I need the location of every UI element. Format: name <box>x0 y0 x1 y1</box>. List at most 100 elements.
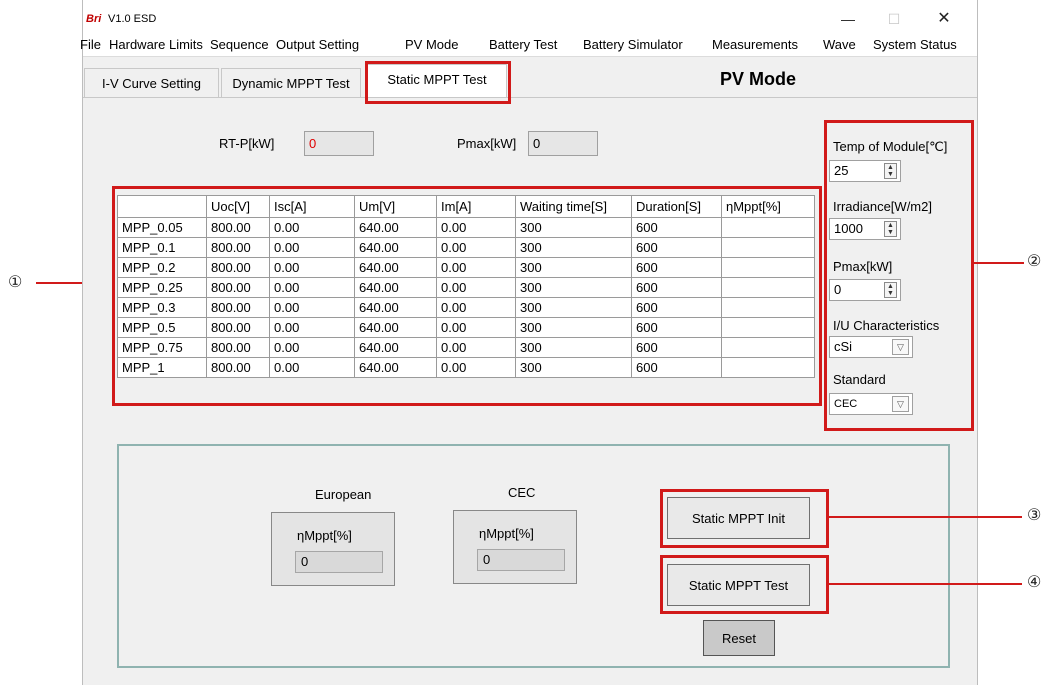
table-cell[interactable]: 300 <box>515 317 632 338</box>
table-cell[interactable]: 0.00 <box>269 237 355 258</box>
table-cell[interactable]: 600 <box>631 337 722 358</box>
table-row: MPP_0.3 800.00 0.00 640.00 0.00 300 600 <box>117 297 815 318</box>
table-cell[interactable]: 640.00 <box>354 217 437 238</box>
column-header-duration: Duration[S] <box>631 195 722 218</box>
table-cell[interactable]: 300 <box>515 297 632 318</box>
table-cell[interactable]: 600 <box>631 317 722 338</box>
table-cell[interactable]: 600 <box>631 297 722 318</box>
table-cell: MPP_0.5 <box>117 317 207 338</box>
table-cell[interactable]: 300 <box>515 217 632 238</box>
table-cell[interactable]: 800.00 <box>206 317 270 338</box>
menu-pv-mode[interactable]: PV Mode <box>405 37 458 52</box>
table-cell[interactable]: 640.00 <box>354 257 437 278</box>
spin-arrows-icon[interactable]: ▲ ▼ <box>884 163 897 179</box>
spin-arrows-icon[interactable]: ▲ ▼ <box>884 221 897 237</box>
irradiance-value: 1000 <box>834 221 863 236</box>
menu-measurements[interactable]: Measurements <box>712 37 798 52</box>
table-cell <box>721 277 815 298</box>
table-cell[interactable]: 300 <box>515 237 632 258</box>
table-header-row: Uoc[V] Isc[A] Um[V] Im[A] Waiting time[S… <box>117 195 815 218</box>
table-cell: MPP_0.2 <box>117 257 207 278</box>
close-button[interactable]: ✕ <box>929 9 959 29</box>
table-cell[interactable]: 0.00 <box>269 317 355 338</box>
table-cell[interactable]: 0.00 <box>436 317 516 338</box>
table-cell[interactable]: 600 <box>631 237 722 258</box>
table-cell[interactable]: 300 <box>515 257 632 278</box>
table-cell[interactable]: 300 <box>515 337 632 358</box>
cec-title: CEC <box>508 485 536 500</box>
static-mppt-test-button[interactable]: Static MPPT Test <box>667 564 810 606</box>
table-cell[interactable]: 600 <box>631 357 722 378</box>
standard-label: Standard <box>833 372 886 387</box>
table-cell[interactable]: 640.00 <box>354 337 437 358</box>
table-cell[interactable]: 600 <box>631 217 722 238</box>
menu-hardware-limits[interactable]: Hardware Limits <box>109 37 203 52</box>
menu-wave[interactable]: Wave <box>823 37 856 52</box>
callout-1: ① <box>8 274 23 291</box>
table-cell[interactable]: 600 <box>631 277 722 298</box>
standard-select[interactable]: CEC ▽ <box>829 393 913 415</box>
table-cell[interactable]: 800.00 <box>206 237 270 258</box>
irradiance-spinbox[interactable]: 1000 ▲ ▼ <box>829 218 901 240</box>
menu-output-setting[interactable]: Output Setting <box>276 37 359 52</box>
table-cell[interactable]: 640.00 <box>354 277 437 298</box>
column-header <box>117 195 207 218</box>
reset-button[interactable]: Reset <box>703 620 775 656</box>
chevron-down-icon[interactable]: ▽ <box>892 396 909 412</box>
spin-arrows-icon[interactable]: ▲ ▼ <box>884 282 897 298</box>
table-row: MPP_1 800.00 0.00 640.00 0.00 300 600 <box>117 357 815 378</box>
table-cell[interactable]: 0.00 <box>436 257 516 278</box>
table-cell[interactable]: 0.00 <box>436 357 516 378</box>
menu-sequence[interactable]: Sequence <box>210 37 269 52</box>
table-cell[interactable]: 0.00 <box>269 257 355 278</box>
iu-characteristics-select[interactable]: cSi ▽ <box>829 336 913 358</box>
table-cell[interactable]: 300 <box>515 357 632 378</box>
title-bar: Bri V1.0 ESD — ☐ ✕ <box>83 0 977 33</box>
table-cell: MPP_1 <box>117 357 207 378</box>
tab-static-mppt-test[interactable]: Static MPPT Test <box>367 64 507 97</box>
table-cell[interactable]: 800.00 <box>206 257 270 278</box>
column-header-um: Um[V] <box>354 195 437 218</box>
table-cell[interactable]: 0.00 <box>269 297 355 318</box>
table-cell[interactable]: 600 <box>631 257 722 278</box>
table-cell[interactable]: 0.00 <box>436 277 516 298</box>
callout-2: ② <box>1027 253 1042 270</box>
table-cell[interactable]: 640.00 <box>354 357 437 378</box>
table-cell: MPP_0.05 <box>117 217 207 238</box>
table-cell[interactable]: 800.00 <box>206 217 270 238</box>
mpp-table: Uoc[V] Isc[A] Um[V] Im[A] Waiting time[S… <box>117 195 815 378</box>
menu-battery-test[interactable]: Battery Test <box>489 37 557 52</box>
maximize-button[interactable]: ☐ <box>879 9 909 29</box>
table-cell[interactable]: 0.00 <box>269 277 355 298</box>
rtp-label: RT-P[kW] <box>219 136 275 151</box>
table-cell[interactable]: 0.00 <box>436 297 516 318</box>
tab-iv-curve-setting[interactable]: I-V Curve Setting <box>84 68 219 97</box>
table-cell[interactable]: 640.00 <box>354 237 437 258</box>
european-mppt-value: 0 <box>295 551 383 573</box>
table-cell[interactable]: 0.00 <box>269 217 355 238</box>
table-cell[interactable]: 800.00 <box>206 277 270 298</box>
table-cell[interactable]: 300 <box>515 277 632 298</box>
table-cell[interactable]: 640.00 <box>354 317 437 338</box>
table-cell[interactable]: 0.00 <box>436 337 516 358</box>
column-header-uoc: Uoc[V] <box>206 195 270 218</box>
table-cell[interactable]: 800.00 <box>206 337 270 358</box>
menu-system-status[interactable]: System Status <box>873 37 957 52</box>
chevron-down-icon[interactable]: ▽ <box>892 339 909 355</box>
tab-dynamic-mppt-test[interactable]: Dynamic MPPT Test <box>221 68 361 97</box>
table-cell[interactable]: 800.00 <box>206 357 270 378</box>
static-mppt-init-button[interactable]: Static MPPT Init <box>667 497 810 539</box>
table-cell[interactable]: 640.00 <box>354 297 437 318</box>
table-cell[interactable]: 0.00 <box>269 357 355 378</box>
table-cell[interactable]: 0.00 <box>436 237 516 258</box>
table-cell[interactable]: 0.00 <box>269 337 355 358</box>
temp-spinbox[interactable]: 25 ▲ ▼ <box>829 160 901 182</box>
pmax-spinbox[interactable]: 0 ▲ ▼ <box>829 279 901 301</box>
menu-battery-simulator[interactable]: Battery Simulator <box>583 37 683 52</box>
table-cell[interactable]: 800.00 <box>206 297 270 318</box>
minimize-button[interactable]: — <box>833 9 863 29</box>
menu-file[interactable]: File <box>80 37 101 52</box>
iu-characteristics-label: I/U Characteristics <box>833 318 940 333</box>
menu-bar: File Hardware Limits Sequence Output Set… <box>80 33 977 57</box>
table-cell[interactable]: 0.00 <box>436 217 516 238</box>
